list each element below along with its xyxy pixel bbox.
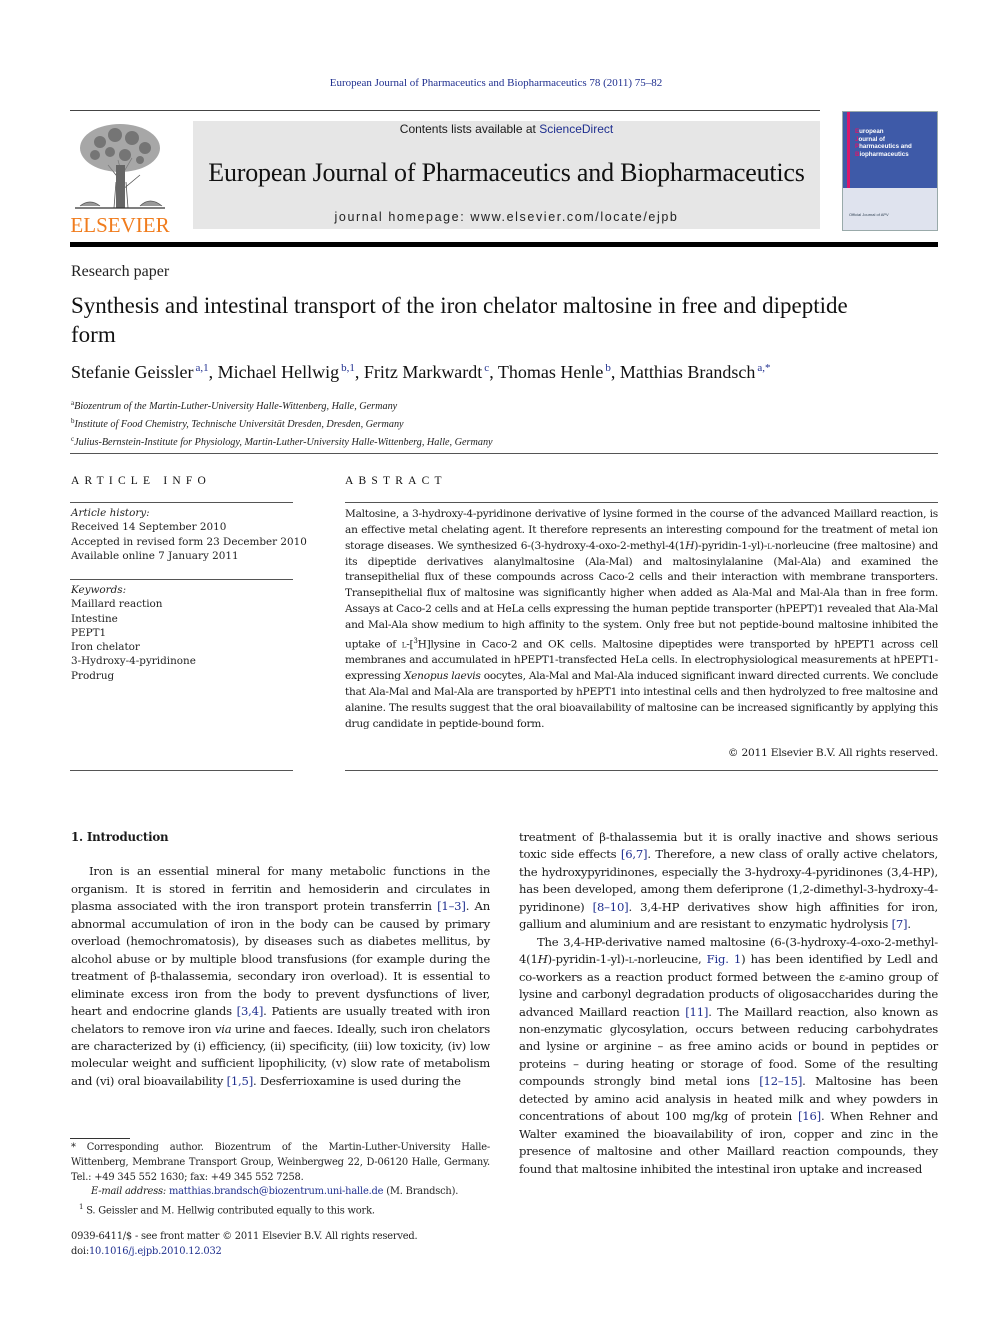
doi-link[interactable]: 10.1016/j.ejpb.2010.12.032 xyxy=(89,1246,222,1257)
author-name: Fritz Markwardt xyxy=(363,362,483,382)
abstract-rule xyxy=(345,502,938,503)
citation-link[interactable]: [3,4] xyxy=(237,1004,264,1018)
citation-link[interactable]: [8–10] xyxy=(593,900,629,914)
history-label: Article history: xyxy=(71,507,150,519)
figure-link[interactable]: Fig. 1 xyxy=(707,952,742,966)
email-note: E-mail address: matthias.brandsch@biozen… xyxy=(91,1186,459,1198)
cover-title: European Journal of Pharmaceutics and Bi… xyxy=(855,128,937,158)
elsevier-tree-icon xyxy=(75,124,165,209)
article-info-heading: ARTICLE INFO xyxy=(71,475,211,487)
cover-title-line: Pharmaceutics and xyxy=(855,143,912,151)
cover-footer: Official Journal of APV xyxy=(849,212,889,217)
elsevier-logo[interactable]: ELSEVIER xyxy=(70,120,170,236)
elsevier-wordmark: ELSEVIER xyxy=(70,213,170,237)
keyword: Intestine xyxy=(71,612,118,625)
sciencedirect-link[interactable]: ScienceDirect xyxy=(539,122,613,136)
journal-title: European Journal of Pharmaceutics and Bi… xyxy=(208,158,805,187)
affiliation: cJulius-Bernstein-Institute for Physiolo… xyxy=(71,435,493,449)
contents-prefix: Contents lists available at xyxy=(399,122,540,136)
abstract-heading: ABSTRACT xyxy=(345,475,447,487)
author-affiliation-mark[interactable]: c xyxy=(484,362,489,374)
author-name: Matthias Brandsch xyxy=(619,362,756,382)
affiliation: aBiozentrum of the Martin-Luther-Univers… xyxy=(71,399,398,412)
article-title: Synthesis and intestinal transport of th… xyxy=(71,293,848,347)
citation-link[interactable]: [7] xyxy=(892,917,908,931)
citation-link[interactable]: [16] xyxy=(798,1109,821,1123)
journal-cover-thumbnail[interactable]: European Journal of Pharmaceutics and Bi… xyxy=(842,111,938,231)
author-list: Stefanie Geissler a,1, Michael Hellwig b,1… xyxy=(71,362,771,382)
header-thick-rule xyxy=(70,242,938,247)
keyword: 3-Hydroxy-4-pyridinone xyxy=(71,655,196,668)
front-matter: 0939-6411/$ - see front matter © 2011 El… xyxy=(71,1230,418,1259)
keywords-rule xyxy=(70,579,293,580)
cover-title-line: Biopharmaceutics xyxy=(855,150,909,158)
citation-link[interactable]: [1–3] xyxy=(437,899,466,913)
body-column-left: 1. Introduction Iron is an essential min… xyxy=(71,829,490,1090)
author-name: Thomas Henle xyxy=(497,362,604,382)
abstract-bottom-rule xyxy=(345,770,938,771)
cover-title-line: European xyxy=(855,128,884,135)
cover-stripe xyxy=(847,112,850,190)
body-column-right: treatment of β-thalassemia but it is ora… xyxy=(519,829,938,1178)
author-affiliation-mark[interactable]: a,1 xyxy=(195,362,208,374)
affiliations-rule xyxy=(70,453,938,454)
cover-title-line: Journal of xyxy=(855,135,885,143)
keyword: Iron chelator xyxy=(71,641,140,654)
affiliation: bInstitute of Food Chemistry, Technische… xyxy=(71,417,404,431)
cover-lower-panel xyxy=(843,188,937,230)
corresponding-author-note: * Corresponding author. Biozentrum of th… xyxy=(71,1142,490,1183)
doi-line: doi:10.1016/j.ejpb.2010.12.032 xyxy=(71,1245,222,1257)
history-accepted: Accepted in revised form 23 December 201… xyxy=(71,535,307,548)
article-history: Article history: Received 14 September 2… xyxy=(71,506,307,563)
citation-link[interactable]: [6,7] xyxy=(621,847,648,861)
body-paragraph: treatment of β-thalassemia but it is ora… xyxy=(519,830,938,932)
author-affiliation-mark[interactable]: b,1 xyxy=(341,362,355,374)
citation-link[interactable]: [12–15] xyxy=(759,1074,802,1088)
footnote-rule xyxy=(70,1138,130,1139)
header-top-rule xyxy=(70,110,820,111)
citation-link[interactable]: [11] xyxy=(685,1005,708,1019)
keyword: Maillard reaction xyxy=(71,598,163,611)
journal-homepage[interactable]: journal homepage: www.elsevier.com/locat… xyxy=(193,210,820,224)
author-affiliation-mark[interactable]: a,* xyxy=(757,362,770,374)
front-matter-notice: 0939-6411/$ - see front matter © 2011 El… xyxy=(71,1231,418,1242)
footnotes: * Corresponding author. Biozentrum of th… xyxy=(71,1141,490,1219)
history-received: Received 14 September 2010 xyxy=(71,521,227,534)
abstract-text: Maltosine, a 3-hydroxy-4-pyridinone deri… xyxy=(345,508,938,730)
section-heading: 1. Introduction xyxy=(71,830,169,844)
contents-availability: Contents lists available at ScienceDirec… xyxy=(193,121,820,137)
author-name: Michael Hellwig xyxy=(217,362,340,382)
article-type: Research paper xyxy=(71,263,170,280)
body-paragraph: Iron is an essential mineral for many me… xyxy=(71,864,491,1088)
abstract-copyright: © 2011 Elsevier B.V. All rights reserved… xyxy=(727,747,938,759)
article-info-rule xyxy=(70,502,293,503)
keywords: Keywords: Maillard reaction Intestine PE… xyxy=(71,583,196,683)
article-info-bottom-rule xyxy=(70,770,293,771)
body-paragraph: The 3,4-HP-derivative named maltosine (6… xyxy=(519,934,939,1176)
keyword: Prodrug xyxy=(71,669,115,682)
history-online: Available online 7 January 2011 xyxy=(71,549,239,562)
equal-contribution-note: 1 S. Geissler and M. Hellwig contributed… xyxy=(79,1203,375,1217)
citation-link[interactable]: [1,5] xyxy=(227,1074,254,1088)
email-link[interactable]: matthias.brandsch@biozentrum.uni-halle.d… xyxy=(169,1186,384,1197)
affiliations: aBiozentrum of the Martin-Luther-Univers… xyxy=(71,396,493,451)
author-affiliation-mark[interactable]: b xyxy=(605,362,611,374)
keyword: PEPT1 xyxy=(71,626,107,639)
author-name: Stefanie Geissler xyxy=(71,362,194,382)
journal-banner: Contents lists available at ScienceDirec… xyxy=(193,121,820,229)
journal-reference-link[interactable]: European Journal of Pharmaceutics and Bi… xyxy=(0,77,992,89)
keywords-label: Keywords: xyxy=(71,584,127,596)
